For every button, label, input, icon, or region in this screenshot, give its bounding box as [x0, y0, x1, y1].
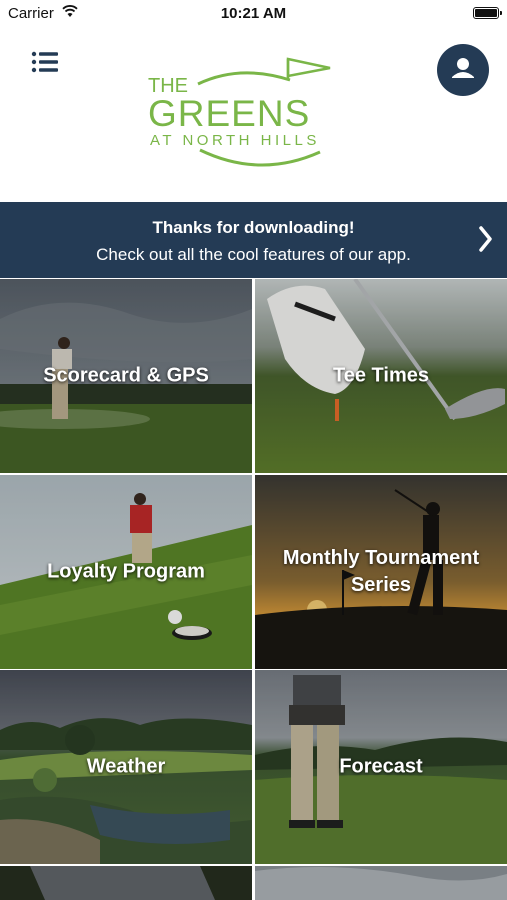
logo: THE GREENS AT NORTH HILLS [140, 54, 370, 172]
tile-label: Loyalty Program [47, 560, 205, 583]
tile-monthly-tournament-series[interactable]: Monthly Tournament Series [255, 475, 507, 669]
user-icon [452, 58, 474, 78]
logo-line2: GREENS [148, 93, 310, 134]
menu-button[interactable] [30, 50, 60, 76]
battery-icon [473, 7, 502, 19]
welcome-banner[interactable]: Thanks for downloading! Check out all th… [0, 202, 507, 278]
tile-label: Monthly Tournament Series [282, 547, 480, 596]
tile-label: Scorecard & GPS [43, 364, 209, 387]
tile-label: Weather [86, 755, 166, 778]
banner-title: Thanks for downloading! [152, 218, 355, 237]
tile-label: Tee Times [333, 364, 429, 387]
partial-photo-right [255, 866, 507, 900]
partial-photo-left [0, 866, 252, 900]
banner-subtitle: Check out all the cool features of our a… [96, 245, 411, 264]
tile-loyalty-program[interactable]: Loyalty Program [0, 475, 252, 669]
tile-tee-times[interactable]: Tee Times [255, 279, 507, 473]
tile-label: Forecast [339, 755, 423, 778]
chevron-right-icon [479, 226, 492, 252]
status-time: 10:21 AM [220, 5, 287, 22]
tile-forecast[interactable]: Forecast [255, 670, 507, 864]
tile-scorecard-gps[interactable]: Scorecard & GPS [0, 279, 252, 473]
tile-weather[interactable]: Weather [0, 670, 252, 864]
tile-partial-left[interactable] [0, 866, 252, 900]
tile-partial-right[interactable] [255, 866, 507, 900]
status-bar: Carrier 10:21 AM [0, 0, 507, 28]
profile-button[interactable] [437, 44, 489, 96]
hamburger-menu-icon [31, 51, 58, 73]
logo-line3: AT NORTH HILLS [150, 132, 320, 149]
